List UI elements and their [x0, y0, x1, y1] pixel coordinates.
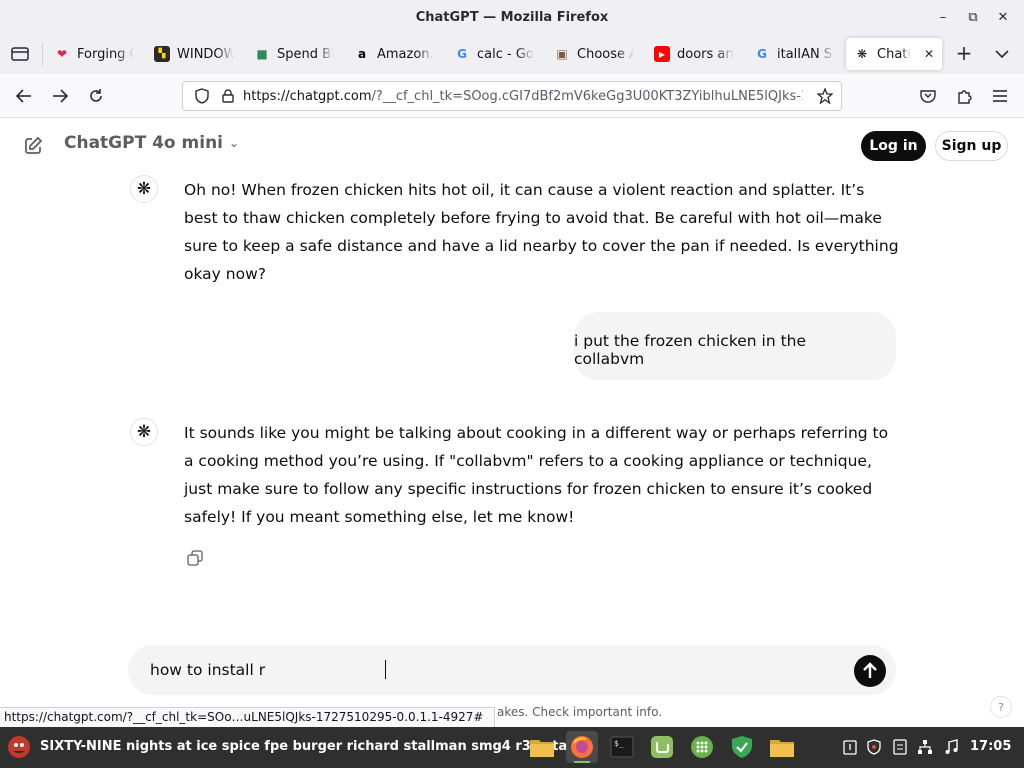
list-all-tabs-icon[interactable] — [990, 42, 1014, 66]
google-icon: G — [757, 47, 767, 61]
window-titlebar: ChatGPT — Mozilla Firefox – ⧉ ✕ — [0, 0, 1024, 34]
url-path: /?__cf_chl_tk=SOog.cGI7dBf2mV6keGg3U00KT… — [371, 88, 803, 104]
bookmark-star-icon[interactable] — [815, 86, 835, 106]
openai-icon: ❋ — [856, 47, 868, 61]
openai-icon: ❋ — [136, 422, 152, 442]
tab-label: Amazon.c — [377, 46, 434, 62]
reload-button[interactable] — [82, 82, 110, 110]
calculator-icon[interactable] — [686, 731, 718, 763]
url-bar[interactable]: https://chatgpt.com/?__cf_chl_tk=SOog.cG… — [182, 81, 842, 111]
tab-label: calc - Goo — [477, 46, 534, 62]
new-chat-icon[interactable] — [20, 133, 46, 159]
tab-label: Spend Bil — [277, 46, 334, 62]
openai-icon: ❋ — [136, 179, 152, 199]
minimize-icon[interactable]: – — [930, 6, 956, 28]
tab-6[interactable]: ▶ doors an — [646, 38, 742, 70]
assistant-message: Oh no! When frozen chicken hits hot oil,… — [184, 181, 899, 283]
assistant-message: It sounds like you might be talking abou… — [184, 424, 889, 526]
tab-5[interactable]: ▣ Choose A — [546, 38, 642, 70]
tab-label: italIAN SP — [777, 46, 834, 62]
mint-icon[interactable] — [646, 731, 678, 763]
tracking-protection-shield-icon[interactable] — [191, 85, 213, 107]
shield-icon[interactable] — [726, 731, 758, 763]
model-name: ChatGPT 4o mini — [64, 133, 224, 153]
chevron-down-icon: ⌄ — [229, 136, 240, 150]
youtube-icon: ▶ — [654, 46, 670, 62]
taskbar: SIXTY-NINE nights at ice spice fpe burge… — [0, 727, 1024, 768]
tab-label: ChatGP — [877, 46, 911, 62]
tab-3[interactable]: a Amazon.c — [346, 38, 442, 70]
user-message-text: i put the frozen chicken in the collabvm — [574, 332, 807, 368]
pocket-icon[interactable] — [914, 82, 942, 110]
maximize-icon[interactable]: ⧉ — [960, 6, 986, 28]
active-window-title[interactable]: SIXTY-NINE nights at ice spice fpe burge… — [40, 739, 584, 754]
arrow-left-icon — [15, 89, 31, 103]
model-selector[interactable]: ChatGPT 4o mini ⌄ — [64, 133, 239, 153]
forward-button[interactable] — [46, 82, 74, 110]
text-caret — [385, 660, 386, 679]
pixel-icon: ▚ — [154, 46, 170, 62]
folder-icon[interactable] — [766, 731, 798, 763]
extensions-icon[interactable] — [950, 82, 978, 110]
terminal-icon[interactable]: $_ — [606, 731, 638, 763]
back-button[interactable] — [10, 82, 38, 110]
assistant-avatar: ❋ — [130, 175, 158, 203]
close-tab-icon[interactable]: ✕ — [924, 47, 934, 61]
message-composer — [128, 645, 896, 695]
files-icon[interactable] — [526, 731, 558, 763]
message-input[interactable] — [150, 659, 830, 681]
tab-2[interactable]: ■ Spend Bil — [246, 38, 342, 70]
url-host: https://chatgpt.com — [243, 88, 372, 104]
cube-icon: ■ — [256, 47, 268, 61]
notes-icon[interactable] — [890, 737, 910, 757]
signup-button[interactable]: Sign up — [935, 131, 1008, 161]
clock[interactable]: 17:05 — [970, 739, 1011, 754]
arrow-right-icon — [53, 89, 69, 103]
google-icon: G — [457, 47, 467, 61]
box-icon: ▣ — [556, 47, 568, 61]
active-indicator — [574, 761, 590, 763]
disclaimer: akes. Check important info. — [497, 705, 663, 719]
login-button[interactable]: Log in — [861, 131, 926, 161]
copy-icon[interactable] — [185, 548, 205, 568]
svg-text:$_: $_ — [614, 739, 624, 748]
tab-label: doors an — [677, 46, 734, 62]
app-menu-icon[interactable] — [4, 732, 34, 762]
assistant-avatar: ❋ — [130, 418, 158, 446]
tab-8[interactable]: ❋ ChatGP ✕ — [846, 38, 942, 70]
tab-separator — [42, 42, 43, 66]
amazon-icon: a — [357, 47, 367, 61]
tab-strip: ❤ Forging G ▚ WINDOW ■ Spend Bil a Amazo… — [0, 34, 1024, 74]
tab-0[interactable]: ❤ Forging G — [46, 38, 142, 70]
url-text[interactable]: https://chatgpt.com/?__cf_chl_tk=SOog.cG… — [243, 89, 803, 104]
new-tab-button[interactable]: + — [950, 43, 978, 64]
tab-label: Choose A — [577, 46, 634, 62]
lock-icon[interactable] — [217, 85, 239, 107]
tab-4[interactable]: G calc - Goo — [446, 38, 542, 70]
tab-7[interactable]: G italIAN SP — [746, 38, 842, 70]
network-icon[interactable] — [915, 737, 935, 757]
tab-label: WINDOW — [177, 46, 234, 62]
close-icon[interactable]: ✕ — [990, 6, 1016, 28]
tab-1[interactable]: ▚ WINDOW — [146, 38, 242, 70]
music-icon[interactable] — [941, 737, 961, 757]
arrow-up-icon — [863, 662, 877, 678]
send-button[interactable] — [854, 655, 886, 687]
tab-label: Forging G — [77, 46, 134, 62]
firefox-view-icon[interactable] — [6, 40, 34, 68]
clipboard-icon[interactable] — [840, 737, 860, 757]
help-button[interactable]: ? — [990, 696, 1012, 718]
navigation-bar: https://chatgpt.com/?__cf_chl_tk=SOog.cG… — [0, 74, 1024, 118]
heart-icon: ❤ — [56, 47, 68, 61]
reload-icon — [90, 89, 102, 102]
firefox-icon[interactable] — [566, 731, 598, 763]
window-title: ChatGPT — Mozilla Firefox — [415, 9, 609, 25]
link-status-overlay: https://chatgpt.com/?__cf_chl_tk=SOo…uLN… — [0, 707, 495, 727]
security-shield-icon[interactable] — [864, 737, 884, 757]
user-message: i put the frozen chicken in the collabvm — [574, 312, 896, 380]
hamburger-menu-icon[interactable] — [986, 82, 1014, 110]
conversation: ❋ Oh no! When frozen chicken hits hot oi… — [0, 173, 1024, 643]
